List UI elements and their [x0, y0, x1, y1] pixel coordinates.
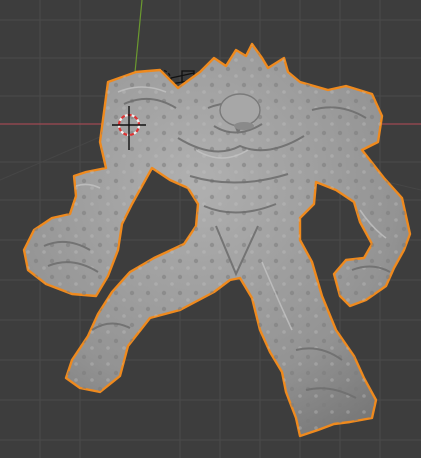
viewport-canvas[interactable] — [0, 0, 421, 458]
golem-head — [219, 93, 261, 127]
golem-mouth — [234, 122, 254, 130]
3d-viewport[interactable] — [0, 0, 421, 458]
